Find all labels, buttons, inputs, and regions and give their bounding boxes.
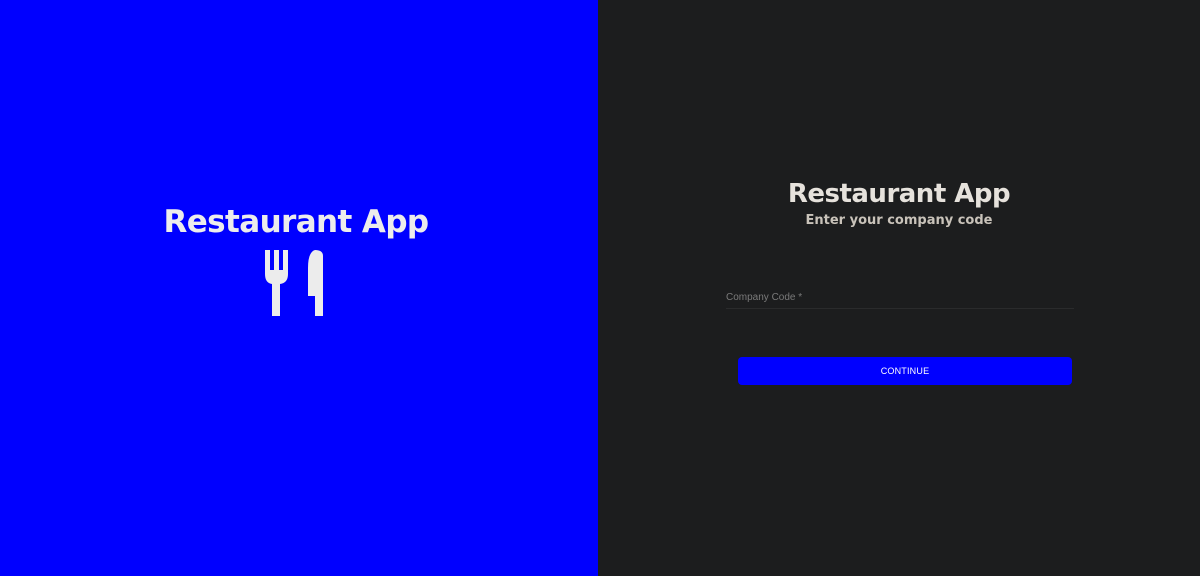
login-title: Restaurant App — [787, 179, 1011, 209]
continue-button[interactable]: CONTINUE — [738, 357, 1072, 385]
fork-icon — [265, 250, 288, 316]
login-subtitle: Enter your company code — [805, 213, 993, 228]
utensils-icon — [265, 250, 323, 316]
company-code-input[interactable] — [726, 286, 1074, 308]
company-code-field[interactable]: Company Code * — [726, 286, 1074, 309]
knife-icon — [308, 250, 323, 316]
login-panel: Restaurant App Enter your company code C… — [598, 0, 1200, 576]
brand-block: Restaurant App — [0, 201, 592, 320]
brand-panel: Restaurant App — [0, 0, 598, 576]
brand-title: Restaurant App — [163, 204, 429, 240]
